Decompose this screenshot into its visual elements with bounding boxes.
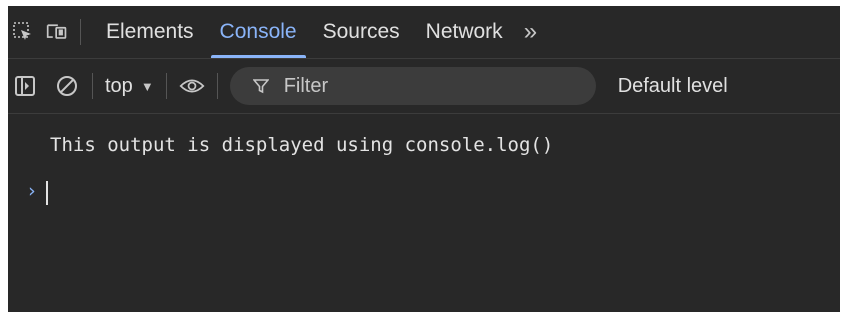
- console-toolbar: top ▼ Default level: [8, 59, 840, 114]
- console-prompt-input[interactable]: [44, 174, 824, 210]
- toolbar-divider: [165, 73, 167, 99]
- toolbar-divider: [80, 19, 81, 45]
- tab-label: Sources: [322, 20, 400, 43]
- console-output: This output is displayed using console.l…: [8, 114, 840, 312]
- clear-console-icon[interactable]: [54, 73, 80, 99]
- console-message: This output is displayed using console.l…: [50, 134, 554, 156]
- filter-funnel-icon: [252, 77, 270, 95]
- tab-label: Elements: [106, 20, 194, 43]
- text-cursor: [46, 181, 48, 205]
- tab-console[interactable]: Console: [207, 6, 310, 58]
- tab-sources[interactable]: Sources: [310, 6, 413, 58]
- tab-label: Network: [425, 20, 503, 43]
- toolbar-divider: [216, 73, 218, 99]
- show-sidebar-icon[interactable]: [12, 73, 38, 99]
- eye-icon[interactable]: [179, 73, 205, 99]
- log-levels-label: Default level: [617, 74, 728, 97]
- chevron-double-right-icon: »: [523, 18, 538, 45]
- filter-box[interactable]: [229, 67, 596, 105]
- devtools-tab-bar: Elements Console Sources Network »: [8, 6, 840, 59]
- tab-network[interactable]: Network: [413, 6, 516, 58]
- more-tabs-button[interactable]: »: [516, 6, 545, 58]
- context-selector[interactable]: top ▼: [105, 75, 154, 98]
- log-levels-dropdown[interactable]: Default level: [618, 75, 728, 98]
- filter-input[interactable]: [283, 74, 544, 98]
- caret-down-icon: ▼: [140, 78, 154, 94]
- device-toolbar-icon[interactable]: [46, 21, 68, 43]
- devtools-panel: Elements Console Sources Network » top ▼…: [8, 6, 840, 312]
- inspect-element-icon[interactable]: [12, 21, 34, 43]
- tab-label: Console: [219, 20, 297, 43]
- toolbar-divider: [92, 73, 93, 99]
- prompt-chevron-icon: ›: [26, 180, 38, 202]
- context-label: top: [105, 74, 133, 97]
- tab-elements[interactable]: Elements: [93, 6, 207, 58]
